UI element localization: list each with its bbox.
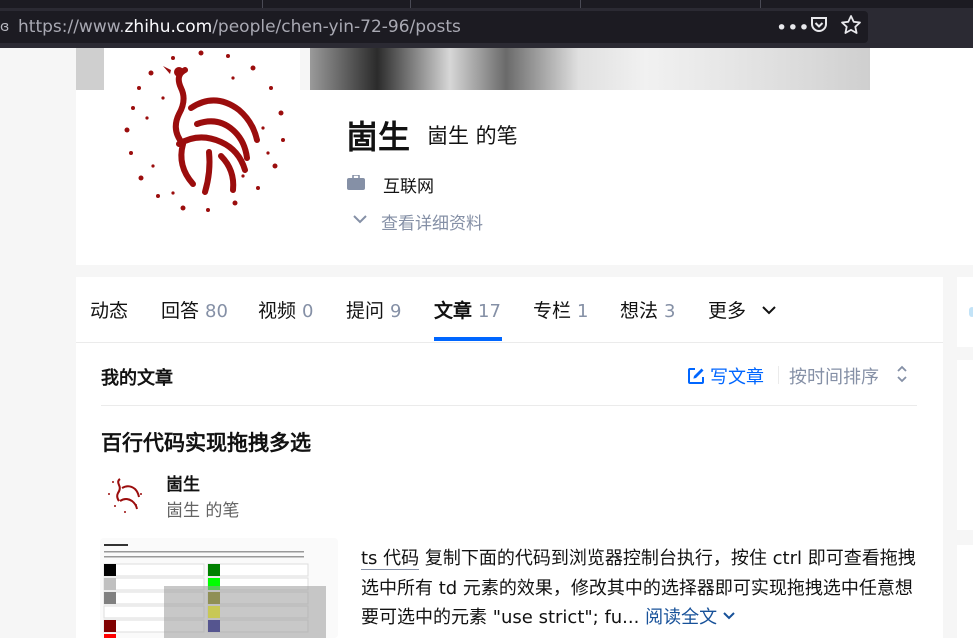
pocket-icon[interactable] <box>808 15 830 41</box>
article-title-link[interactable]: 百行代码实现拖拽多选 <box>101 427 311 457</box>
article-thumbnail[interactable] <box>100 538 338 638</box>
author-name[interactable]: 崮生 <box>166 470 200 495</box>
tab-answers[interactable]: 回答 80 <box>161 296 228 323</box>
profile-industry: 互联网 <box>383 177 434 197</box>
thumbnail-image <box>100 538 338 638</box>
cover-image <box>76 48 106 90</box>
read-more-button[interactable]: 阅读全文 <box>645 607 737 628</box>
edit-icon <box>688 368 704 384</box>
view-profile-details-link[interactable]: 查看详细资料 <box>381 209 483 234</box>
browser-toolbar-extra <box>868 8 973 48</box>
tab-activity[interactable]: 动态 <box>90 296 128 323</box>
browser-tab-strip <box>0 0 973 8</box>
divider <box>778 366 779 384</box>
url-text[interactable]: https://www.zhihu.com/people/chen-yin-72… <box>18 17 461 37</box>
excerpt-keyword[interactable]: ts 代码 <box>361 548 420 570</box>
sort-by-time-button[interactable]: 按时间排序 <box>789 363 879 389</box>
profile-avatar[interactable] <box>113 48 299 215</box>
tabs-divider <box>76 342 943 343</box>
tab-pins[interactable]: 想法 3 <box>620 296 675 323</box>
section-divider <box>101 405 917 406</box>
tab-columns[interactable]: 专栏 1 <box>533 296 588 323</box>
tab-questions[interactable]: 提问 9 <box>346 296 401 323</box>
write-article-button[interactable]: 写文章 <box>686 363 764 389</box>
profile-headline: 崮生 的笔 <box>427 124 518 148</box>
sort-arrows-icon[interactable] <box>896 364 908 384</box>
chevron-down-icon[interactable] <box>352 209 368 229</box>
sidebar-card <box>957 545 973 638</box>
excerpt-text: 复制下面的代码到浏览器控制台执行，按住 ctrl 即可查看拖拽选中所有 td 元… <box>361 548 916 628</box>
cover-image <box>310 48 870 90</box>
sidebar-card <box>957 277 973 347</box>
briefcase-icon <box>347 175 365 190</box>
tab-articles[interactable]: 文章 17 <box>434 296 501 323</box>
chevron-down-icon <box>723 612 735 620</box>
page-actions-more-icon[interactable]: ••• <box>776 16 810 40</box>
article-excerpt[interactable]: ts 代码 复制下面的代码到浏览器控制台执行，按住 ctrl 即可查看拖拽选中所… <box>361 544 921 633</box>
active-tab-indicator <box>434 337 502 341</box>
star-icon[interactable] <box>840 14 862 42</box>
author-avatar[interactable] <box>103 472 147 516</box>
tab-videos[interactable]: 视频 0 <box>258 296 313 323</box>
sidebar-card <box>957 360 973 530</box>
profile-name: 崮生 <box>346 118 411 156</box>
author-headline: 崮生 的笔 <box>166 501 240 521</box>
chevron-down-icon <box>762 306 776 315</box>
tab-more[interactable]: 更多 <box>708 296 778 323</box>
section-title: 我的文章 <box>101 368 173 389</box>
lock-icon: ɞ <box>0 19 10 35</box>
cover-image <box>870 48 973 90</box>
address-bar[interactable]: ɞ https://www.zhihu.com/people/chen-yin-… <box>0 11 868 43</box>
